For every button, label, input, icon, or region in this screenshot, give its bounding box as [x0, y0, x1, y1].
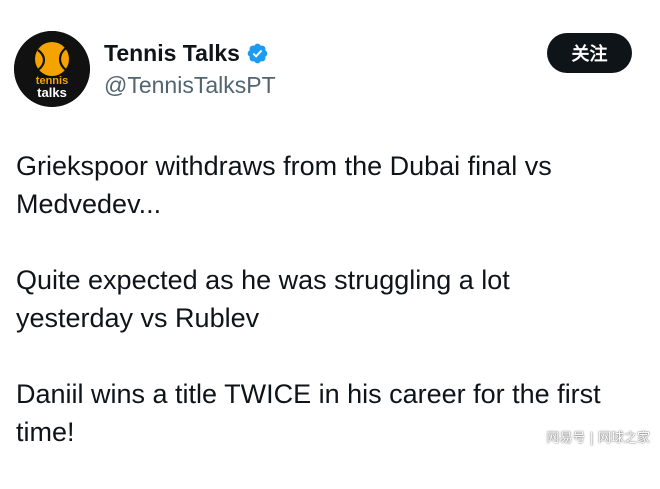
tennis-ball-logo-icon: tennis talks [14, 31, 90, 107]
name-row: Tennis Talks [104, 38, 269, 68]
follow-button[interactable]: 关注 [547, 33, 632, 73]
tweet-paragraph: Griekspoor withdraws from the Dubai fina… [16, 151, 552, 219]
verified-badge-icon [246, 42, 269, 65]
avatar-text-bottom: talks [37, 85, 67, 100]
tweet-card: tennis talks Tennis Talks @TennisTalksPT… [0, 0, 660, 456]
avatar[interactable]: tennis talks [14, 31, 90, 107]
watermark: 网易号 | 网球之家 [546, 431, 650, 446]
display-name[interactable]: Tennis Talks [104, 38, 240, 68]
tweet-paragraph: Quite expected as he was struggling a lo… [16, 265, 510, 333]
account-handle[interactable]: @TennisTalksPT [104, 71, 276, 99]
